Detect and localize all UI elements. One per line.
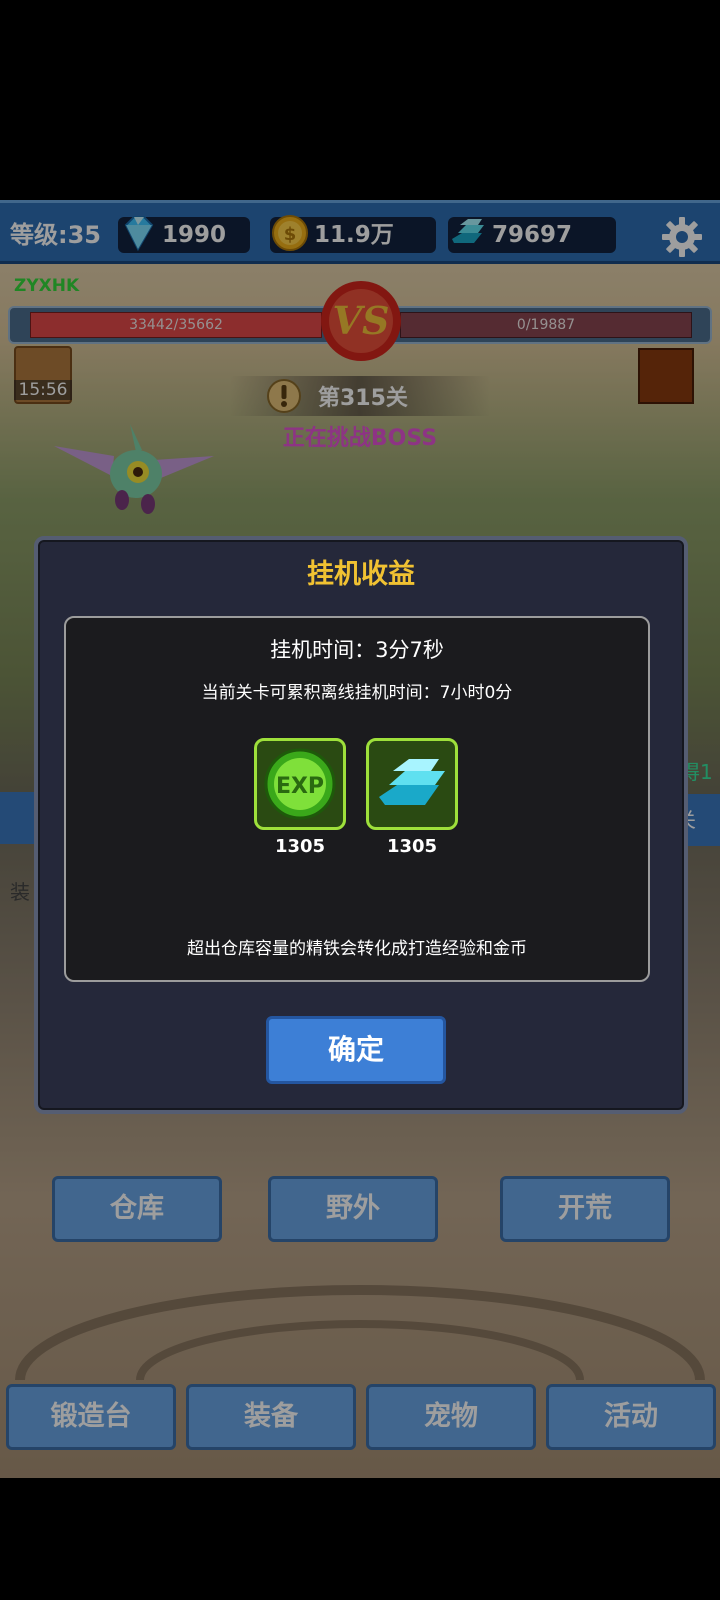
reward-panel: 挂机时间：3分7秒 当前关卡可累积离线挂机时间：7小时0分 EXP 1305 1…	[64, 616, 650, 982]
exp-orb-icon: EXP	[264, 748, 336, 820]
exp-reward-slot[interactable]: EXP	[254, 738, 346, 830]
dialog-title: 挂机收益	[307, 559, 415, 590]
iron-reward-value: 1305	[386, 836, 438, 857]
confirm-button[interactable]: 确定	[266, 1016, 446, 1084]
afk-limit-text: 当前关卡可累积离线挂机时间：7小时0分	[201, 683, 513, 703]
svg-text:EXP: EXP	[276, 774, 324, 799]
iron-reward-slot[interactable]	[366, 738, 458, 830]
game-screen: 等级:35 1990 $ 11.9万 79697 ZYXHK 33442/356…	[0, 200, 720, 1478]
overflow-note: 超出仓库容量的精铁会转化成打造经验和金币	[187, 939, 527, 959]
idle-reward-dialog: 挂机收益 挂机时间：3分7秒 当前关卡可累积离线挂机时间：7小时0分 EXP 1…	[34, 536, 688, 1114]
exp-reward-value: 1305	[274, 836, 326, 857]
afk-time-text: 挂机时间：3分7秒	[270, 638, 444, 662]
iron-ingot-icon	[379, 759, 445, 805]
